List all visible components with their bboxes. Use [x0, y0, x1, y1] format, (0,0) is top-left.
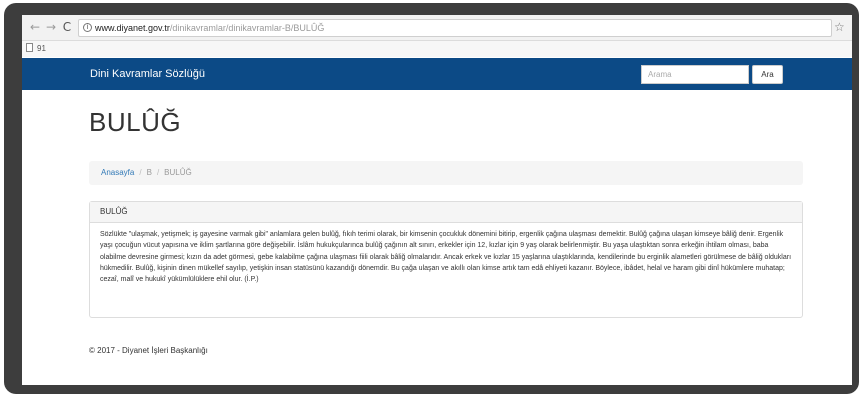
breadcrumb-separator: / — [156, 168, 160, 177]
info-icon[interactable]: i — [83, 23, 92, 32]
url-host: www.diyanet.gov.tr — [95, 23, 170, 33]
reload-icon[interactable]: C — [60, 20, 74, 34]
forward-icon[interactable]: → — [44, 20, 58, 34]
panel-heading: BULÛĞ — [90, 202, 802, 223]
browser-window: ← → C i www.diyanet.gov.tr/dinikavramlar… — [22, 15, 852, 385]
page-icon — [26, 43, 33, 52]
back-icon[interactable]: ← — [28, 20, 42, 34]
search-input[interactable] — [641, 65, 749, 84]
panel-body: Sözlükte "ulaşmak, yetişmek; iş gayesine… — [100, 231, 792, 284]
bookmark-star-icon[interactable]: ☆ — [834, 20, 845, 34]
bookmark-label: 91 — [37, 44, 46, 53]
breadcrumb-home-link[interactable]: Anasayfa — [101, 168, 134, 177]
url-path: /dinikavramlar/dinikavramlar-B/BULÛĞ — [169, 23, 325, 33]
bookmark-item[interactable]: 91 — [26, 43, 46, 53]
footer-copyright: © 2017 - Diyanet İşleri Başkanlığı — [89, 346, 208, 355]
browser-toolbar: ← → C i www.diyanet.gov.tr/dinikavramlar… — [22, 15, 852, 41]
page-title: BULÛĞ — [89, 107, 182, 137]
site-brand[interactable]: Dini Kavramlar Sözlüğü — [90, 58, 205, 90]
address-bar[interactable]: i www.diyanet.gov.tr/dinikavramlar/dinik… — [78, 19, 832, 37]
search-button[interactable]: Ara — [752, 65, 783, 84]
site-navbar: Dini Kavramlar Sözlüğü Ara — [22, 58, 852, 90]
breadcrumb-letter-link[interactable]: B — [147, 168, 152, 177]
breadcrumb-separator: / — [139, 168, 142, 177]
device-frame: ← → C i www.diyanet.gov.tr/dinikavramlar… — [4, 3, 859, 394]
bookmarks-bar: 91 — [22, 41, 852, 57]
definition-panel: BULÛĞ Sözlükte "ulaşmak, yetişmek; iş ga… — [89, 201, 803, 318]
breadcrumb-current: BULÛĞ — [164, 168, 192, 177]
breadcrumb: Anasayfa / B / BULÛĞ — [89, 161, 803, 185]
